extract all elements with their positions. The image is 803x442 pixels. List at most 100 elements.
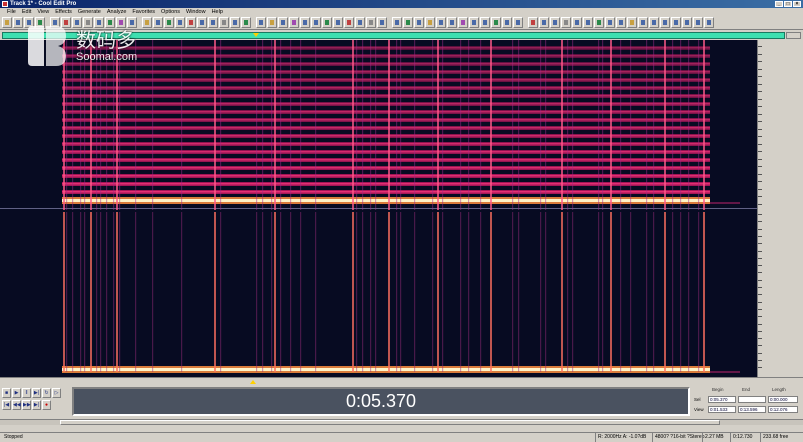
toolbar-button[interactable]: [377, 17, 387, 28]
sel-length-field[interactable]: 0:00.000: [768, 396, 798, 403]
close-button[interactable]: ×: [793, 1, 801, 7]
toolbar-button[interactable]: [550, 17, 560, 28]
horizontal-scrollbar[interactable]: [0, 419, 803, 425]
overview-position-marker[interactable]: [253, 33, 259, 37]
toolbar-button[interactable]: [311, 17, 321, 28]
toolbar-button[interactable]: [208, 17, 218, 28]
play-button[interactable]: ▶: [12, 388, 21, 398]
view-end-field[interactable]: 0:13.596: [738, 406, 766, 413]
toolbar-button[interactable]: [50, 17, 60, 28]
toolbar-button[interactable]: [289, 17, 299, 28]
title-bar[interactable]: Track 1* - Cool Edit Pro _ □ ×: [0, 0, 803, 8]
toolbar-button[interactable]: [2, 17, 12, 28]
toolbar-button[interactable]: [197, 17, 207, 28]
toolbar-button[interactable]: [35, 17, 45, 28]
record-button[interactable]: ●: [42, 400, 51, 410]
sel-end-field[interactable]: [738, 396, 766, 403]
overview-range-bar[interactable]: [2, 32, 785, 39]
toolbar-button[interactable]: [24, 17, 34, 28]
menu-window[interactable]: Window: [183, 8, 209, 16]
toolbar-button[interactable]: [436, 17, 446, 28]
sel-begin-field[interactable]: 0:05.370: [708, 396, 736, 403]
toolbar-button[interactable]: [605, 17, 615, 28]
toolbar-button[interactable]: [491, 17, 501, 28]
toolbar-button[interactable]: [366, 17, 376, 28]
menu-generate[interactable]: Generate: [75, 8, 104, 16]
play-from-cursor-button[interactable]: ▷: [52, 388, 61, 398]
menu-file[interactable]: File: [4, 8, 19, 16]
toolbar-button[interactable]: [186, 17, 196, 28]
minimize-button[interactable]: _: [775, 1, 783, 7]
toolbar-button[interactable]: [627, 17, 637, 28]
toolbar-button[interactable]: [561, 17, 571, 28]
toolbar-button[interactable]: [528, 17, 538, 28]
toolbar-button[interactable]: [414, 17, 424, 28]
toolbar-button[interactable]: [671, 17, 681, 28]
toolbar-button[interactable]: [355, 17, 365, 28]
toolbar-button[interactable]: [127, 17, 137, 28]
toolbar-button[interactable]: [469, 17, 479, 28]
spectral-view[interactable]: [0, 40, 757, 377]
toolbar-button[interactable]: [572, 17, 582, 28]
toolbar-button[interactable]: [638, 17, 648, 28]
toolbar-button[interactable]: [175, 17, 185, 28]
toolbar-button[interactable]: [502, 17, 512, 28]
time-ruler[interactable]: [0, 377, 803, 384]
toolbar-button[interactable]: [704, 17, 714, 28]
toolbar-button[interactable]: [333, 17, 343, 28]
toolbar-button[interactable]: [267, 17, 277, 28]
toolbar-button[interactable]: [116, 17, 126, 28]
toolbar-button[interactable]: [447, 17, 457, 28]
spectrogram[interactable]: [0, 40, 757, 377]
toolbar-button[interactable]: [480, 17, 490, 28]
rewind-button[interactable]: ◀◀: [12, 400, 21, 410]
view-begin-field[interactable]: 0:01.533: [708, 406, 736, 413]
toolbar-button[interactable]: [682, 17, 692, 28]
toolbar-button[interactable]: [219, 17, 229, 28]
scroll-thumb[interactable]: [60, 420, 720, 425]
toolbar-button[interactable]: [83, 17, 93, 28]
toolbar-button[interactable]: [649, 17, 659, 28]
toolbar-button[interactable]: [13, 17, 23, 28]
toolbar-button[interactable]: [616, 17, 626, 28]
toolbar-button[interactable]: [142, 17, 152, 28]
toolbar-button[interactable]: [94, 17, 104, 28]
toolbar-button[interactable]: [458, 17, 468, 28]
menu-options[interactable]: Options: [158, 8, 183, 16]
toolbar-button[interactable]: [164, 17, 174, 28]
toolbar-button[interactable]: [241, 17, 251, 28]
toolbar-button[interactable]: [300, 17, 310, 28]
menu-help[interactable]: Help: [209, 8, 226, 16]
menu-edit[interactable]: Edit: [19, 8, 34, 16]
toolbar-button[interactable]: [403, 17, 413, 28]
menu-view[interactable]: View: [34, 8, 52, 16]
toolbar-button[interactable]: [693, 17, 703, 28]
menu-effects[interactable]: Effects: [52, 8, 75, 16]
toolbar-button[interactable]: [61, 17, 71, 28]
toolbar-button[interactable]: [322, 17, 332, 28]
menu-analyze[interactable]: Analyze: [104, 8, 130, 16]
toolbar-button[interactable]: [425, 17, 435, 28]
toolbar-button[interactable]: [513, 17, 523, 28]
menu-favorites[interactable]: Favorites: [129, 8, 158, 16]
toolbar-button[interactable]: [539, 17, 549, 28]
play-to-end-button[interactable]: ▶|: [32, 388, 41, 398]
go-end-button[interactable]: ▶|: [32, 400, 41, 410]
maximize-button[interactable]: □: [784, 1, 792, 7]
toolbar-button[interactable]: [153, 17, 163, 28]
toolbar-button[interactable]: [278, 17, 288, 28]
toolbar-button[interactable]: [392, 17, 402, 28]
go-start-button[interactable]: |◀: [2, 400, 11, 410]
toolbar-button[interactable]: [344, 17, 354, 28]
toolbar-button[interactable]: [583, 17, 593, 28]
fast-forward-button[interactable]: ▶▶: [22, 400, 31, 410]
stop-button[interactable]: ■: [2, 388, 11, 398]
toolbar-button[interactable]: [230, 17, 240, 28]
toolbar-button[interactable]: [72, 17, 82, 28]
view-length-field[interactable]: 0:12.076: [768, 406, 798, 413]
toolbar-button[interactable]: [660, 17, 670, 28]
overview-zoom-box[interactable]: [786, 32, 801, 39]
time-cursor-marker[interactable]: [250, 380, 256, 384]
app-icon[interactable]: [2, 1, 8, 7]
pause-button[interactable]: ‖: [22, 388, 31, 398]
